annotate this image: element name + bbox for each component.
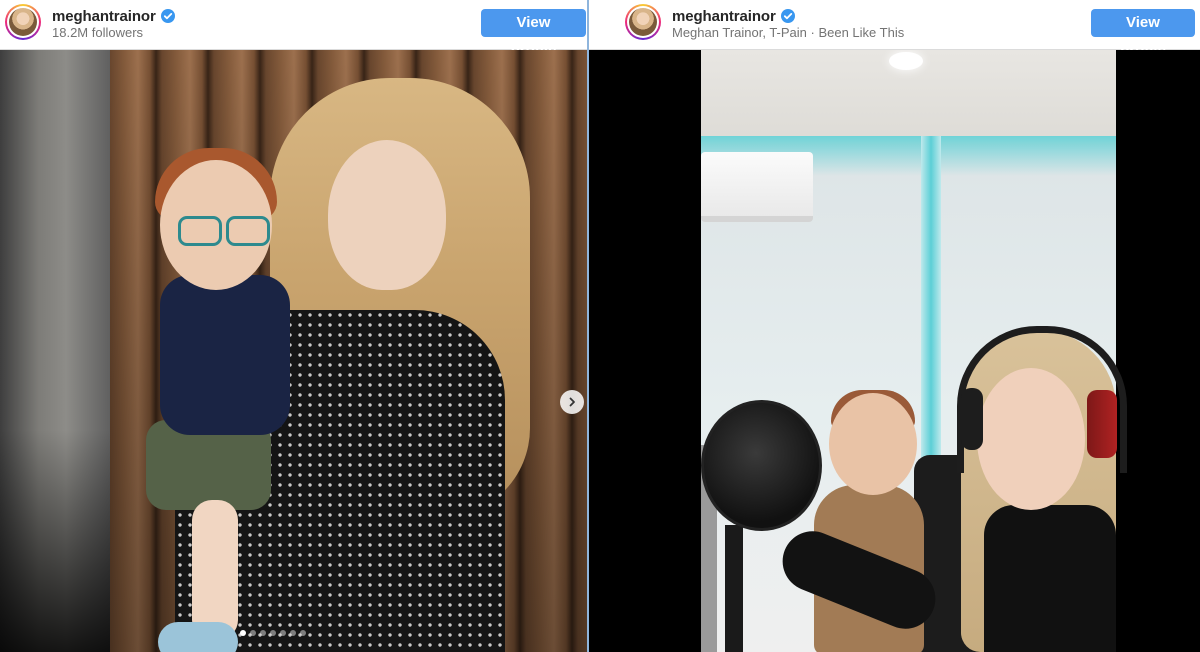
carousel-dot	[290, 630, 296, 636]
carousel-dot	[260, 630, 266, 636]
avatar[interactable]	[5, 4, 41, 40]
username-link[interactable]: meghantrainor	[672, 8, 776, 25]
post-photo[interactable]	[0, 50, 587, 652]
carousel-next-button[interactable]	[560, 390, 584, 414]
carousel-dot	[270, 630, 276, 636]
follower-count: 18.2M followers	[52, 25, 144, 40]
username-row: meghantrainor	[52, 7, 175, 25]
post-header: meghantrainor 18.2M followers View profi…	[0, 0, 587, 59]
carousel-dots	[240, 630, 306, 636]
audio-attribution[interactable]: Meghan Trainor, T-Pain · Been Like This	[672, 25, 904, 40]
carousel-dot	[300, 630, 306, 636]
post-embed-right: meghantrainor Meghan Trainor, T-Pain · B…	[589, 0, 1200, 652]
carousel-dot	[250, 630, 256, 636]
view-profile-button[interactable]: View profile	[481, 9, 586, 59]
avatar[interactable]	[625, 4, 661, 40]
username-row: meghantrainor	[672, 7, 795, 25]
carousel-dot	[240, 630, 246, 636]
verified-badge-icon	[780, 9, 795, 23]
verified-badge-icon	[160, 9, 175, 23]
view-profile-button[interactable]: View profile	[1091, 9, 1195, 59]
username-link[interactable]: meghantrainor	[52, 8, 156, 25]
post-embed-left: meghantrainor 18.2M followers View profi…	[0, 0, 587, 652]
chevron-right-icon	[569, 397, 575, 407]
carousel-dot	[280, 630, 286, 636]
reel-video[interactable]	[589, 50, 1200, 652]
post-header: meghantrainor Meghan Trainor, T-Pain · B…	[589, 0, 1200, 59]
